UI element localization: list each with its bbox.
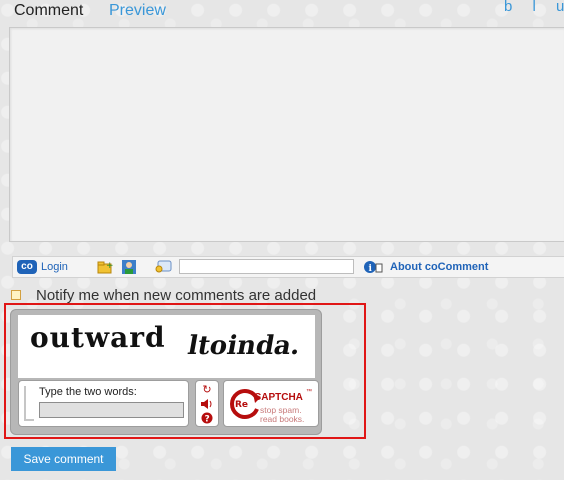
captcha-response-panel: Type the two words:	[18, 380, 189, 427]
cocomment-logo-icon: co	[17, 260, 37, 274]
login-link[interactable]: Login	[41, 261, 68, 273]
recaptcha-brand: Re CAPTCHA ™ stop spam. read books.	[223, 380, 319, 427]
info-icon[interactable]: i	[363, 259, 383, 275]
captcha-word-2: ltoinda.	[185, 331, 303, 361]
cocomment-search-input[interactable]	[179, 259, 354, 274]
tab-comment[interactable]: Comment	[14, 2, 83, 20]
captcha-image: outward ltoinda.	[18, 315, 315, 378]
captcha-response-input[interactable]	[39, 402, 184, 418]
help-icon[interactable]: ?	[200, 412, 214, 425]
notify-checkbox[interactable]	[11, 290, 21, 300]
captcha-word-1: outward	[30, 321, 166, 354]
user-profile-icon[interactable]	[121, 259, 137, 275]
save-comment-button[interactable]: Save comment	[11, 447, 116, 471]
svg-text:+: +	[106, 261, 113, 271]
recaptcha-widget: outward ltoinda. Type the two words: ↻ ?…	[10, 309, 322, 435]
comment-tag-icon[interactable]	[155, 259, 172, 275]
svg-text:i: i	[369, 264, 373, 274]
recaptcha-tagline-2: read books.	[260, 414, 305, 424]
refresh-icon[interactable]: ↻	[200, 384, 214, 396]
recaptcha-name: CAPTCHA	[254, 392, 303, 403]
notify-label: Notify me when new comments are added	[36, 287, 317, 304]
svg-text:?: ?	[205, 415, 210, 425]
folder-add-icon[interactable]: +	[97, 259, 114, 275]
about-cocomment-link[interactable]: About coComment	[390, 261, 488, 273]
captcha-controls: ↻ ?	[195, 380, 219, 427]
cocomment-toolbar: co Login + i About coComment	[12, 256, 564, 278]
audio-icon[interactable]	[200, 398, 214, 410]
bracket-decoration	[24, 386, 34, 421]
tab-preview[interactable]: Preview	[109, 2, 166, 20]
captcha-prompt-label: Type the two words:	[39, 386, 137, 398]
partial-header-text: b l u	[504, 0, 564, 15]
recaptcha-logo-icon: Re	[230, 389, 261, 419]
comment-textarea[interactable]	[9, 27, 564, 242]
trademark-mark: ™	[306, 389, 312, 395]
recaptcha-prefix: Re	[235, 400, 248, 410]
